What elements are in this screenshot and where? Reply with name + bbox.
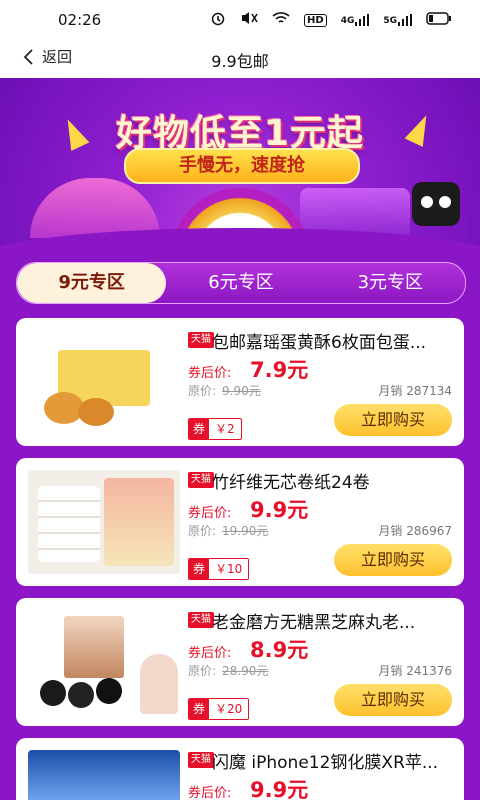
product-title[interactable]: 包邮嘉瑶蛋黄酥6枚面包蛋... — [212, 328, 462, 353]
after-coupon-label: 券后价: — [188, 646, 232, 661]
product-card[interactable]: 天猫 竹纤维无芯卷纸24卷 券后价: 9.9元 原价: 19.90元 月销 28… — [16, 458, 464, 586]
coupon-badge: 券 ￥20 — [188, 698, 250, 720]
monthly-sales: 月销 286967 — [378, 524, 452, 538]
buy-now-button[interactable]: 立即购买 — [334, 544, 452, 576]
product-card[interactable]: 天猫 包邮嘉瑶蛋黄酥6枚面包蛋... 券后价: 7.9元 原价: 9.90元 月… — [16, 318, 464, 446]
product-image-phone-film[interactable] — [28, 750, 180, 800]
hd-icon: HD — [304, 13, 327, 27]
product-image-toilet-paper[interactable] — [28, 470, 180, 574]
coupon-tag: 券 — [189, 419, 210, 439]
coupon-tag: 券 — [189, 699, 210, 719]
tmall-cat-icon — [412, 182, 460, 226]
page-title: 9.9包邮 — [211, 52, 269, 71]
sesame-ball-shape — [96, 678, 122, 704]
product-image-egg-yolk-pastry[interactable] — [28, 330, 180, 434]
product-title[interactable]: 竹纤维无芯卷纸24卷 — [212, 468, 462, 493]
status-icons: HD 4G 5G — [210, 10, 452, 30]
original-price: 28.90元 — [222, 664, 269, 678]
tmall-badge: 天猫 — [188, 752, 214, 768]
network-4g-label: 4G — [340, 16, 355, 26]
after-coupon-label: 券后价: — [188, 786, 232, 800]
tmall-badge: 天猫 — [188, 332, 214, 348]
product-price: 8.9元 — [250, 638, 309, 662]
product-card[interactable]: 天猫 闪魔 iPhone12钢化膜XR苹... 券后价: 9.9元 — [16, 738, 464, 800]
network-5g-label: 5G — [383, 16, 397, 26]
signal-5g-icon: 5G — [383, 14, 412, 26]
monthly-sales: 月销 287134 — [378, 384, 452, 398]
product-card[interactable]: 天猫 老金磨方无糖黑芝麻丸老... 券后价: 8.9元 原价: 28.90元 月… — [16, 598, 464, 726]
alarm-icon — [210, 10, 226, 30]
coupon-badge: 券 ￥2 — [188, 418, 242, 440]
status-time: 02:26 — [58, 11, 102, 29]
after-coupon-label: 券后价: — [188, 506, 232, 521]
coupon-tag: 券 — [189, 559, 210, 579]
battery-icon — [426, 11, 452, 29]
coupon-badge: 券 ￥10 — [188, 558, 250, 580]
buy-now-button[interactable]: 立即购买 — [334, 404, 452, 436]
banner-decoration-shoes — [30, 178, 160, 238]
original-price: 19.90元 — [222, 524, 269, 538]
tab-3-yuan[interactable]: 3元专区 — [316, 263, 465, 303]
price-zone-tabs: 9元专区 6元专区 3元专区 — [16, 262, 466, 304]
product-title[interactable]: 闪魔 iPhone12钢化膜XR苹... — [212, 748, 462, 773]
wifi-icon — [272, 11, 290, 29]
coupon-value: ￥10 — [215, 562, 243, 576]
sesame-ball-shape — [68, 682, 94, 708]
paper-pack-shape — [104, 478, 174, 566]
tab-9-yuan[interactable]: 9元专区 — [17, 263, 167, 303]
coupon-value: ￥2 — [215, 422, 235, 436]
monthly-sales: 月销 241376 — [378, 664, 452, 678]
banner-subline: 手慢无，速度抢 — [124, 148, 360, 184]
paper-roll-shape — [38, 486, 100, 562]
mute-icon — [240, 10, 258, 30]
coupon-value: ￥20 — [215, 702, 243, 716]
pastry-shape — [78, 398, 114, 426]
status-bar: 02:26 HD 4G 5G — [0, 0, 480, 40]
model-figure-shape — [140, 654, 178, 714]
buy-now-button[interactable]: 立即购买 — [334, 684, 452, 716]
original-price-label: 原价: — [188, 384, 217, 398]
tab-6-yuan[interactable]: 6元专区 — [166, 263, 315, 303]
product-image-sesame-balls[interactable] — [28, 610, 180, 714]
signal-4g-icon: 4G — [341, 14, 370, 26]
product-price: 9.9元 — [250, 778, 309, 800]
nav-bar: 返回 9.9包邮 — [0, 40, 480, 78]
after-coupon-label: 券后价: — [188, 366, 232, 381]
tmall-badge: 天猫 — [188, 472, 214, 488]
original-price: 9.90元 — [222, 384, 261, 398]
product-title[interactable]: 老金磨方无糖黑芝麻丸老... — [212, 608, 462, 633]
promo-banner[interactable]: 好物低至1元起 手慢无，速度抢 — [0, 78, 480, 248]
product-box-shape — [64, 616, 124, 678]
tmall-badge: 天猫 — [188, 612, 214, 628]
sesame-ball-shape — [40, 680, 66, 706]
original-price-label: 原价: — [188, 524, 217, 538]
product-price: 7.9元 — [250, 358, 309, 382]
original-price-label: 原价: — [188, 664, 217, 678]
product-price: 9.9元 — [250, 498, 309, 522]
